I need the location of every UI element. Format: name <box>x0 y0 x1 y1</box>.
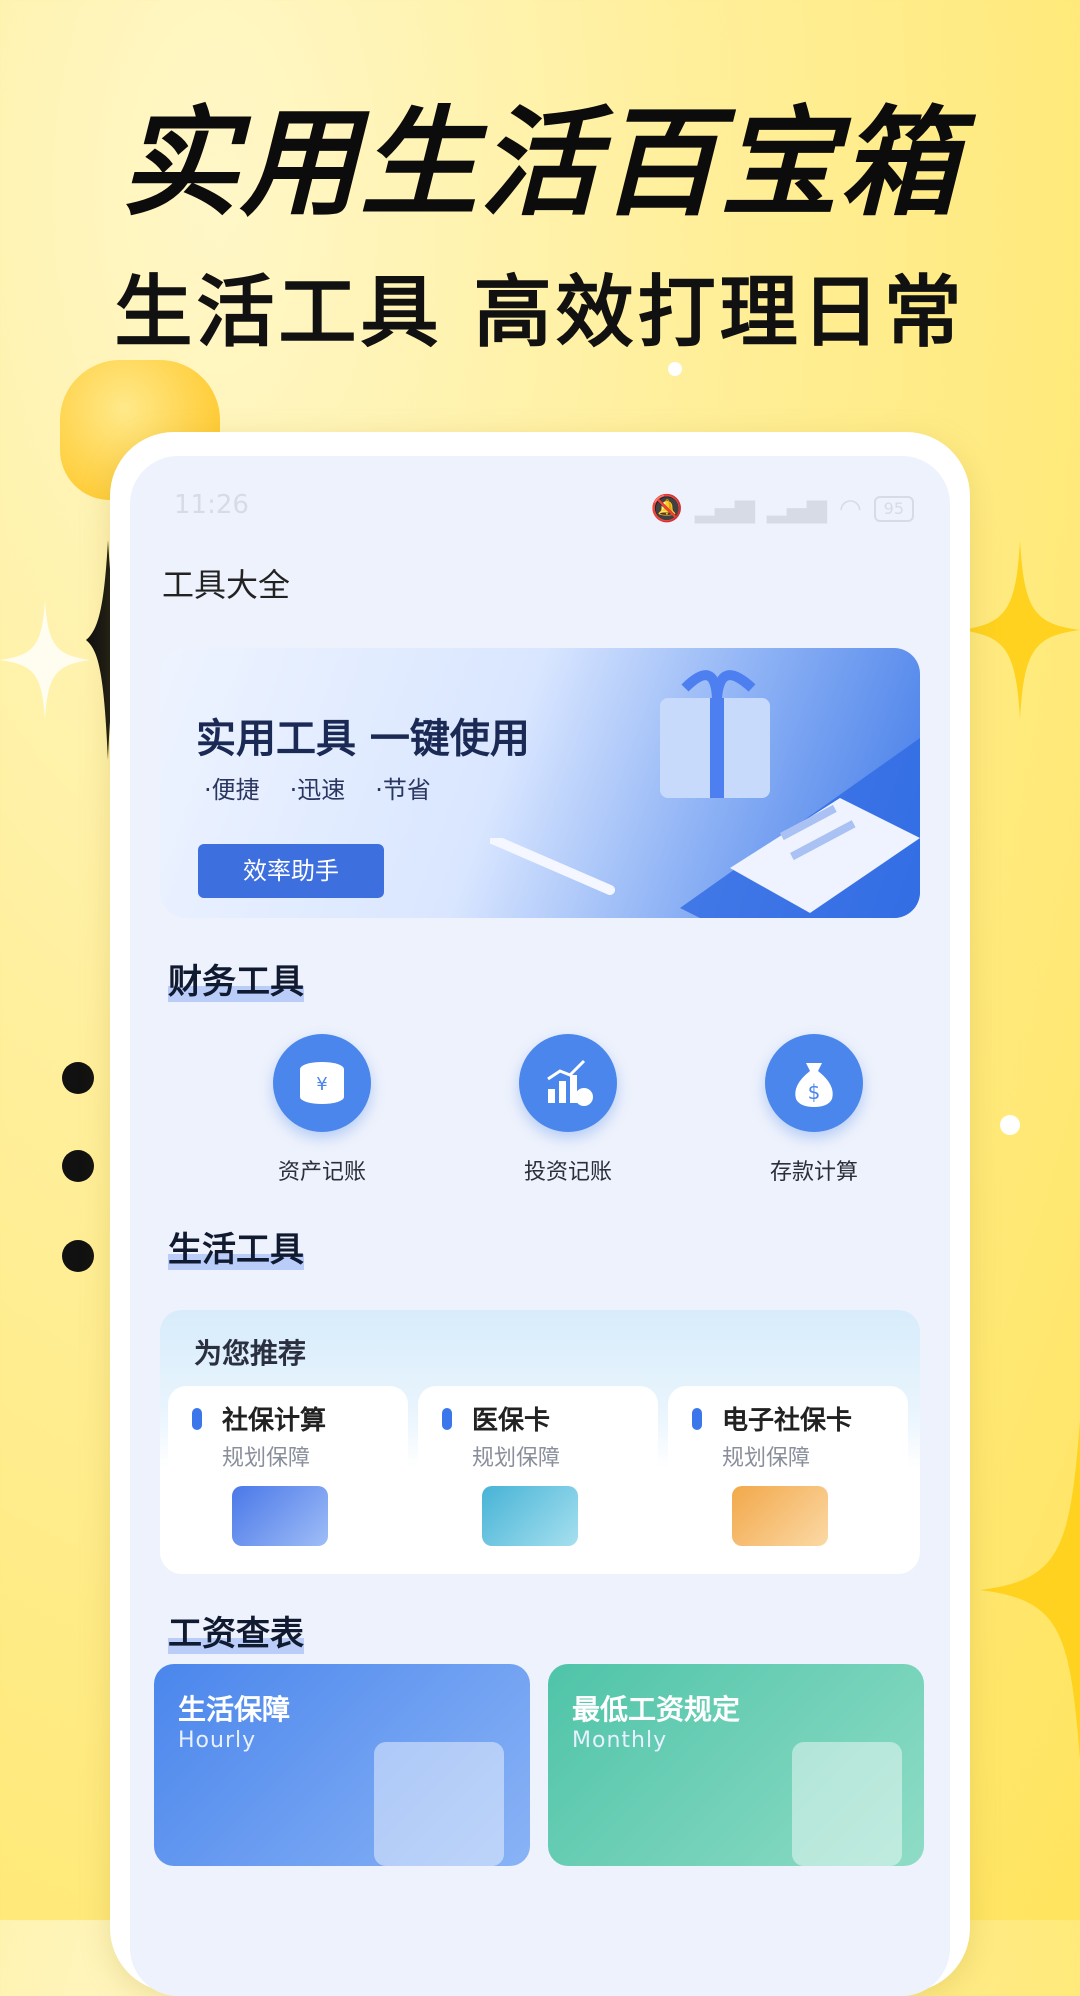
wage-card-title: 生活保障 <box>178 1693 291 1726</box>
phone-frame: 11:26 🔕 ▂▄▆ ▂▄▆ ◠ 95 工具大全 实用工具 一键使用 ·便捷 … <box>110 432 970 1996</box>
sparkle-decoration <box>0 600 90 720</box>
id-card-icon <box>482 1486 578 1546</box>
folder-icon <box>374 1742 504 1866</box>
tool-investment-accounting[interactable]: 投资记账 <box>488 1034 648 1186</box>
section-title-life: 生活工具 <box>168 1222 304 1271</box>
gift-document-illustration <box>660 670 920 918</box>
recommend-panel: 为您推荐 社保计算 规划保障 医保卡 规划保障 电子社保卡 规划保障 <box>160 1310 920 1574</box>
banner-point: ·迅速 <box>289 776 346 804</box>
tool-label: 存款计算 <box>769 1160 858 1185</box>
svg-text:¥: ¥ <box>316 1074 327 1095</box>
wage-card-sub: Monthly <box>572 1728 668 1753</box>
signal-icon: ▂▄▆ <box>694 494 755 524</box>
promo-headline: 实用生活百宝箱 <box>119 94 960 232</box>
growth-chart-icon <box>519 1034 617 1132</box>
tool-label: 资产记账 <box>277 1160 366 1185</box>
bullet-dot <box>62 1062 94 1094</box>
rec-card-marker <box>692 1408 702 1430</box>
banner-title: 实用工具 一键使用 <box>196 716 530 762</box>
sparkle-decoration <box>980 1420 1080 1760</box>
tool-deposit-calculator[interactable]: $ 存款计算 <box>734 1034 894 1186</box>
rec-card-sub: 规划保障 <box>222 1446 311 1471</box>
app-screen: 11:26 🔕 ▂▄▆ ▂▄▆ ◠ 95 工具大全 实用工具 一键使用 ·便捷 … <box>130 456 950 1996</box>
page-title: 工具大全 <box>162 566 291 604</box>
bullet-dot <box>668 362 682 376</box>
section-title-text: 财务工具 <box>168 962 304 1002</box>
wifi-icon: ◠ <box>838 494 862 524</box>
sparkle-decoration <box>960 540 1080 720</box>
e-card-icon <box>732 1486 828 1546</box>
status-icons: 🔕 ▂▄▆ ▂▄▆ ◠ 95 <box>651 494 914 524</box>
rec-card-medical-card[interactable]: 医保卡 规划保障 <box>418 1386 658 1574</box>
section-title-wage: 工资查表 <box>168 1606 304 1655</box>
coins-icon: ¥ <box>273 1034 371 1132</box>
tool-asset-accounting[interactable]: ¥ 资产记账 <box>242 1034 402 1186</box>
wage-card-sub: Hourly <box>178 1728 257 1753</box>
bullet-dot <box>62 1240 94 1272</box>
document-card-icon <box>232 1486 328 1546</box>
clipboard-icon <box>792 1742 902 1866</box>
rec-card-social-security[interactable]: 社保计算 规划保障 <box>168 1386 408 1574</box>
promo-banner[interactable]: 实用工具 一键使用 ·便捷 ·迅速 ·节省 效率助手 <box>160 648 920 918</box>
recommend-title: 为您推荐 <box>194 1337 307 1370</box>
svg-text:$: $ <box>808 1080 821 1104</box>
status-time: 11:26 <box>174 490 249 520</box>
rec-card-marker <box>192 1408 202 1430</box>
wage-card-title: 最低工资规定 <box>572 1693 741 1726</box>
pen-icon <box>490 838 615 895</box>
rec-card-sub: 规划保障 <box>722 1446 811 1471</box>
bullet-dot <box>62 1150 94 1182</box>
wage-card-minimum-wage[interactable]: 最低工资规定 Monthly <box>548 1664 924 1866</box>
tool-label: 投资记账 <box>523 1160 612 1185</box>
bullet-dot <box>1000 1115 1020 1135</box>
banner-points: ·便捷 ·迅速 ·节省 <box>204 770 431 805</box>
signal-icon: ▂▄▆ <box>766 494 827 524</box>
promo-subline: 生活工具 高效打理日常 <box>114 268 966 358</box>
mute-icon: 🔕 <box>650 494 683 524</box>
rec-card-name: 社保计算 <box>222 1406 327 1436</box>
rec-card-e-social-card[interactable]: 电子社保卡 规划保障 <box>668 1386 908 1574</box>
efficiency-assistant-button[interactable]: 效率助手 <box>198 844 384 898</box>
rec-card-marker <box>442 1408 452 1430</box>
rec-card-name: 医保卡 <box>472 1406 551 1436</box>
section-title-finance: 财务工具 <box>168 954 304 1003</box>
banner-point: ·节省 <box>375 776 431 804</box>
status-bar: 11:26 🔕 ▂▄▆ ▂▄▆ ◠ 95 <box>174 490 914 530</box>
battery-icon: 95 <box>873 496 914 522</box>
money-bag-icon: $ <box>765 1034 863 1132</box>
section-title-text: 生活工具 <box>168 1230 304 1270</box>
banner-point: ·便捷 <box>204 776 260 804</box>
wage-card-living-security[interactable]: 生活保障 Hourly <box>154 1664 530 1866</box>
rec-card-name: 电子社保卡 <box>722 1406 853 1436</box>
section-title-text: 工资查表 <box>168 1614 304 1654</box>
rec-card-sub: 规划保障 <box>472 1446 561 1471</box>
